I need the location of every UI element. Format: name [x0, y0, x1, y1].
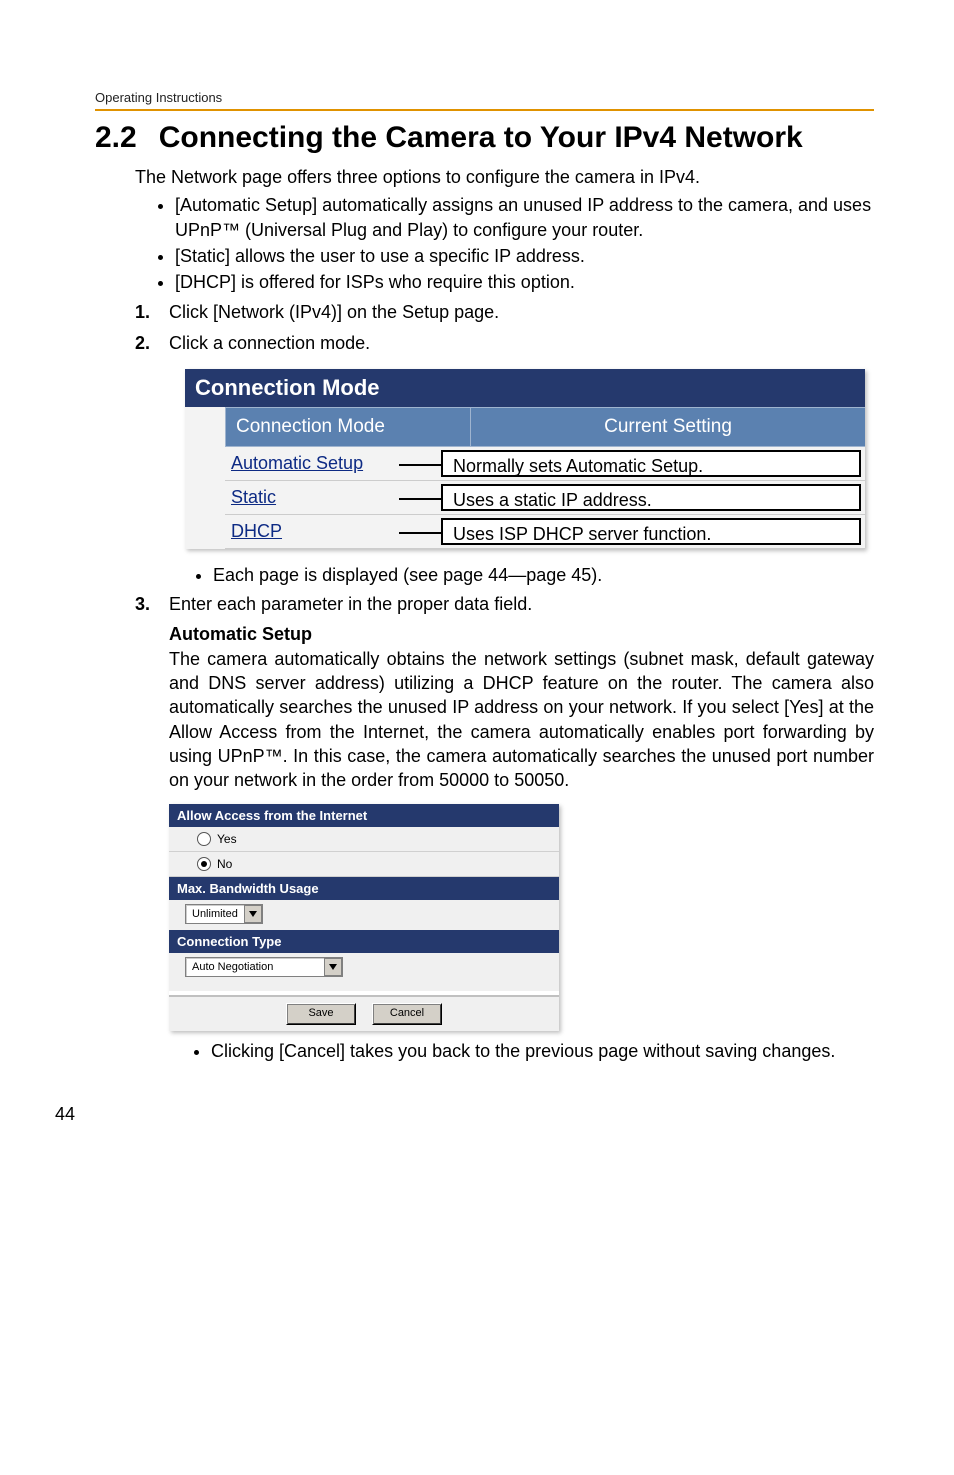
radio-no-label: No	[217, 857, 232, 871]
post-figure-bullets: Clicking [Cancel] takes you back to the …	[191, 1039, 874, 1063]
static-link[interactable]: Static	[231, 487, 276, 507]
connection-mode-row: Automatic Setup Normally sets Automatic …	[185, 447, 865, 481]
radio-no[interactable]	[197, 857, 211, 871]
connection-mode-header-row: Connection Mode Current Setting	[185, 407, 865, 447]
automatic-setup-link[interactable]: Automatic Setup	[231, 453, 363, 473]
connection-mode-figure: Connection Mode Connection Mode Current …	[185, 369, 865, 549]
annotation-dhcp: Uses ISP DHCP server function.	[441, 518, 861, 545]
intro-bullet-item: [Automatic Setup] automatically assigns …	[175, 193, 874, 242]
annotation-automatic-setup: Normally sets Automatic Setup.	[441, 450, 861, 477]
procedure-steps-cont: 3. Enter each parameter in the proper da…	[135, 592, 874, 616]
after-figure-bullets: Each page is displayed (see page 44—page…	[193, 565, 874, 586]
allow-access-title: Allow Access from the Internet	[169, 804, 559, 827]
running-header: Operating Instructions	[95, 90, 874, 111]
radio-yes[interactable]	[197, 832, 211, 846]
connection-type-select-value: Auto Negotiation	[186, 961, 279, 973]
header-cell-mode: Connection Mode	[225, 407, 470, 447]
intro-paragraph: The Network page offers three options to…	[135, 165, 874, 189]
procedure-steps: 1. Click [Network (IPv4)] on the Setup p…	[135, 300, 874, 355]
annotation-static: Uses a static IP address.	[441, 484, 861, 511]
automatic-setup-subhead: Automatic Setup	[169, 622, 874, 646]
step-text: Click [Network (IPv4)] on the Setup page…	[169, 300, 874, 324]
connection-type-title: Connection Type	[169, 930, 559, 953]
bandwidth-select[interactable]: Unlimited	[185, 904, 263, 924]
bullet-item: Clicking [Cancel] takes you back to the …	[211, 1039, 874, 1063]
section-title: Connecting the Camera to Your IPv4 Netwo…	[159, 121, 803, 154]
header-cell-current: Current Setting	[470, 407, 865, 447]
section-number: 2.2	[95, 121, 137, 154]
connection-mode-row: Static Uses a static IP address.	[185, 481, 865, 515]
save-button[interactable]: Save	[286, 1003, 356, 1025]
section-heading: 2.2 Connecting the Camera to Your IPv4 Ne…	[95, 121, 874, 155]
page-number: 44	[55, 1104, 874, 1125]
automatic-setup-paragraph: The camera automatically obtains the net…	[169, 647, 874, 793]
cancel-button[interactable]: Cancel	[372, 1003, 442, 1025]
radio-yes-row[interactable]: Yes	[169, 827, 559, 852]
connection-mode-row: DHCP Uses ISP DHCP server function.	[185, 515, 865, 549]
chevron-down-icon	[324, 958, 342, 976]
annotation-connector-line	[399, 498, 441, 500]
connection-mode-title-bar: Connection Mode	[185, 369, 865, 407]
intro-bullet-item: [DHCP] is offered for ISPs who require t…	[175, 270, 874, 294]
radio-yes-label: Yes	[217, 832, 237, 846]
settings-figure: Allow Access from the Internet Yes No Ma…	[169, 804, 559, 1031]
bandwidth-select-value: Unlimited	[186, 908, 244, 920]
chevron-down-icon	[244, 905, 262, 923]
dhcp-link[interactable]: DHCP	[231, 521, 282, 541]
step-text: Enter each parameter in the proper data …	[169, 592, 874, 616]
radio-no-row[interactable]: No	[169, 852, 559, 877]
step-number: 1.	[135, 300, 169, 324]
intro-bullet-list: [Automatic Setup] automatically assigns …	[155, 193, 874, 294]
max-bandwidth-title: Max. Bandwidth Usage	[169, 877, 559, 900]
annotation-connector-line	[399, 464, 441, 466]
step-text: Click a connection mode.	[169, 331, 874, 355]
connection-type-select[interactable]: Auto Negotiation	[185, 957, 343, 977]
bullet-item: Each page is displayed (see page 44—page…	[213, 565, 874, 586]
intro-bullet-item: [Static] allows the user to use a specif…	[175, 244, 874, 268]
annotation-connector-line	[399, 532, 441, 534]
step-number: 2.	[135, 331, 169, 355]
step-number: 3.	[135, 592, 169, 616]
